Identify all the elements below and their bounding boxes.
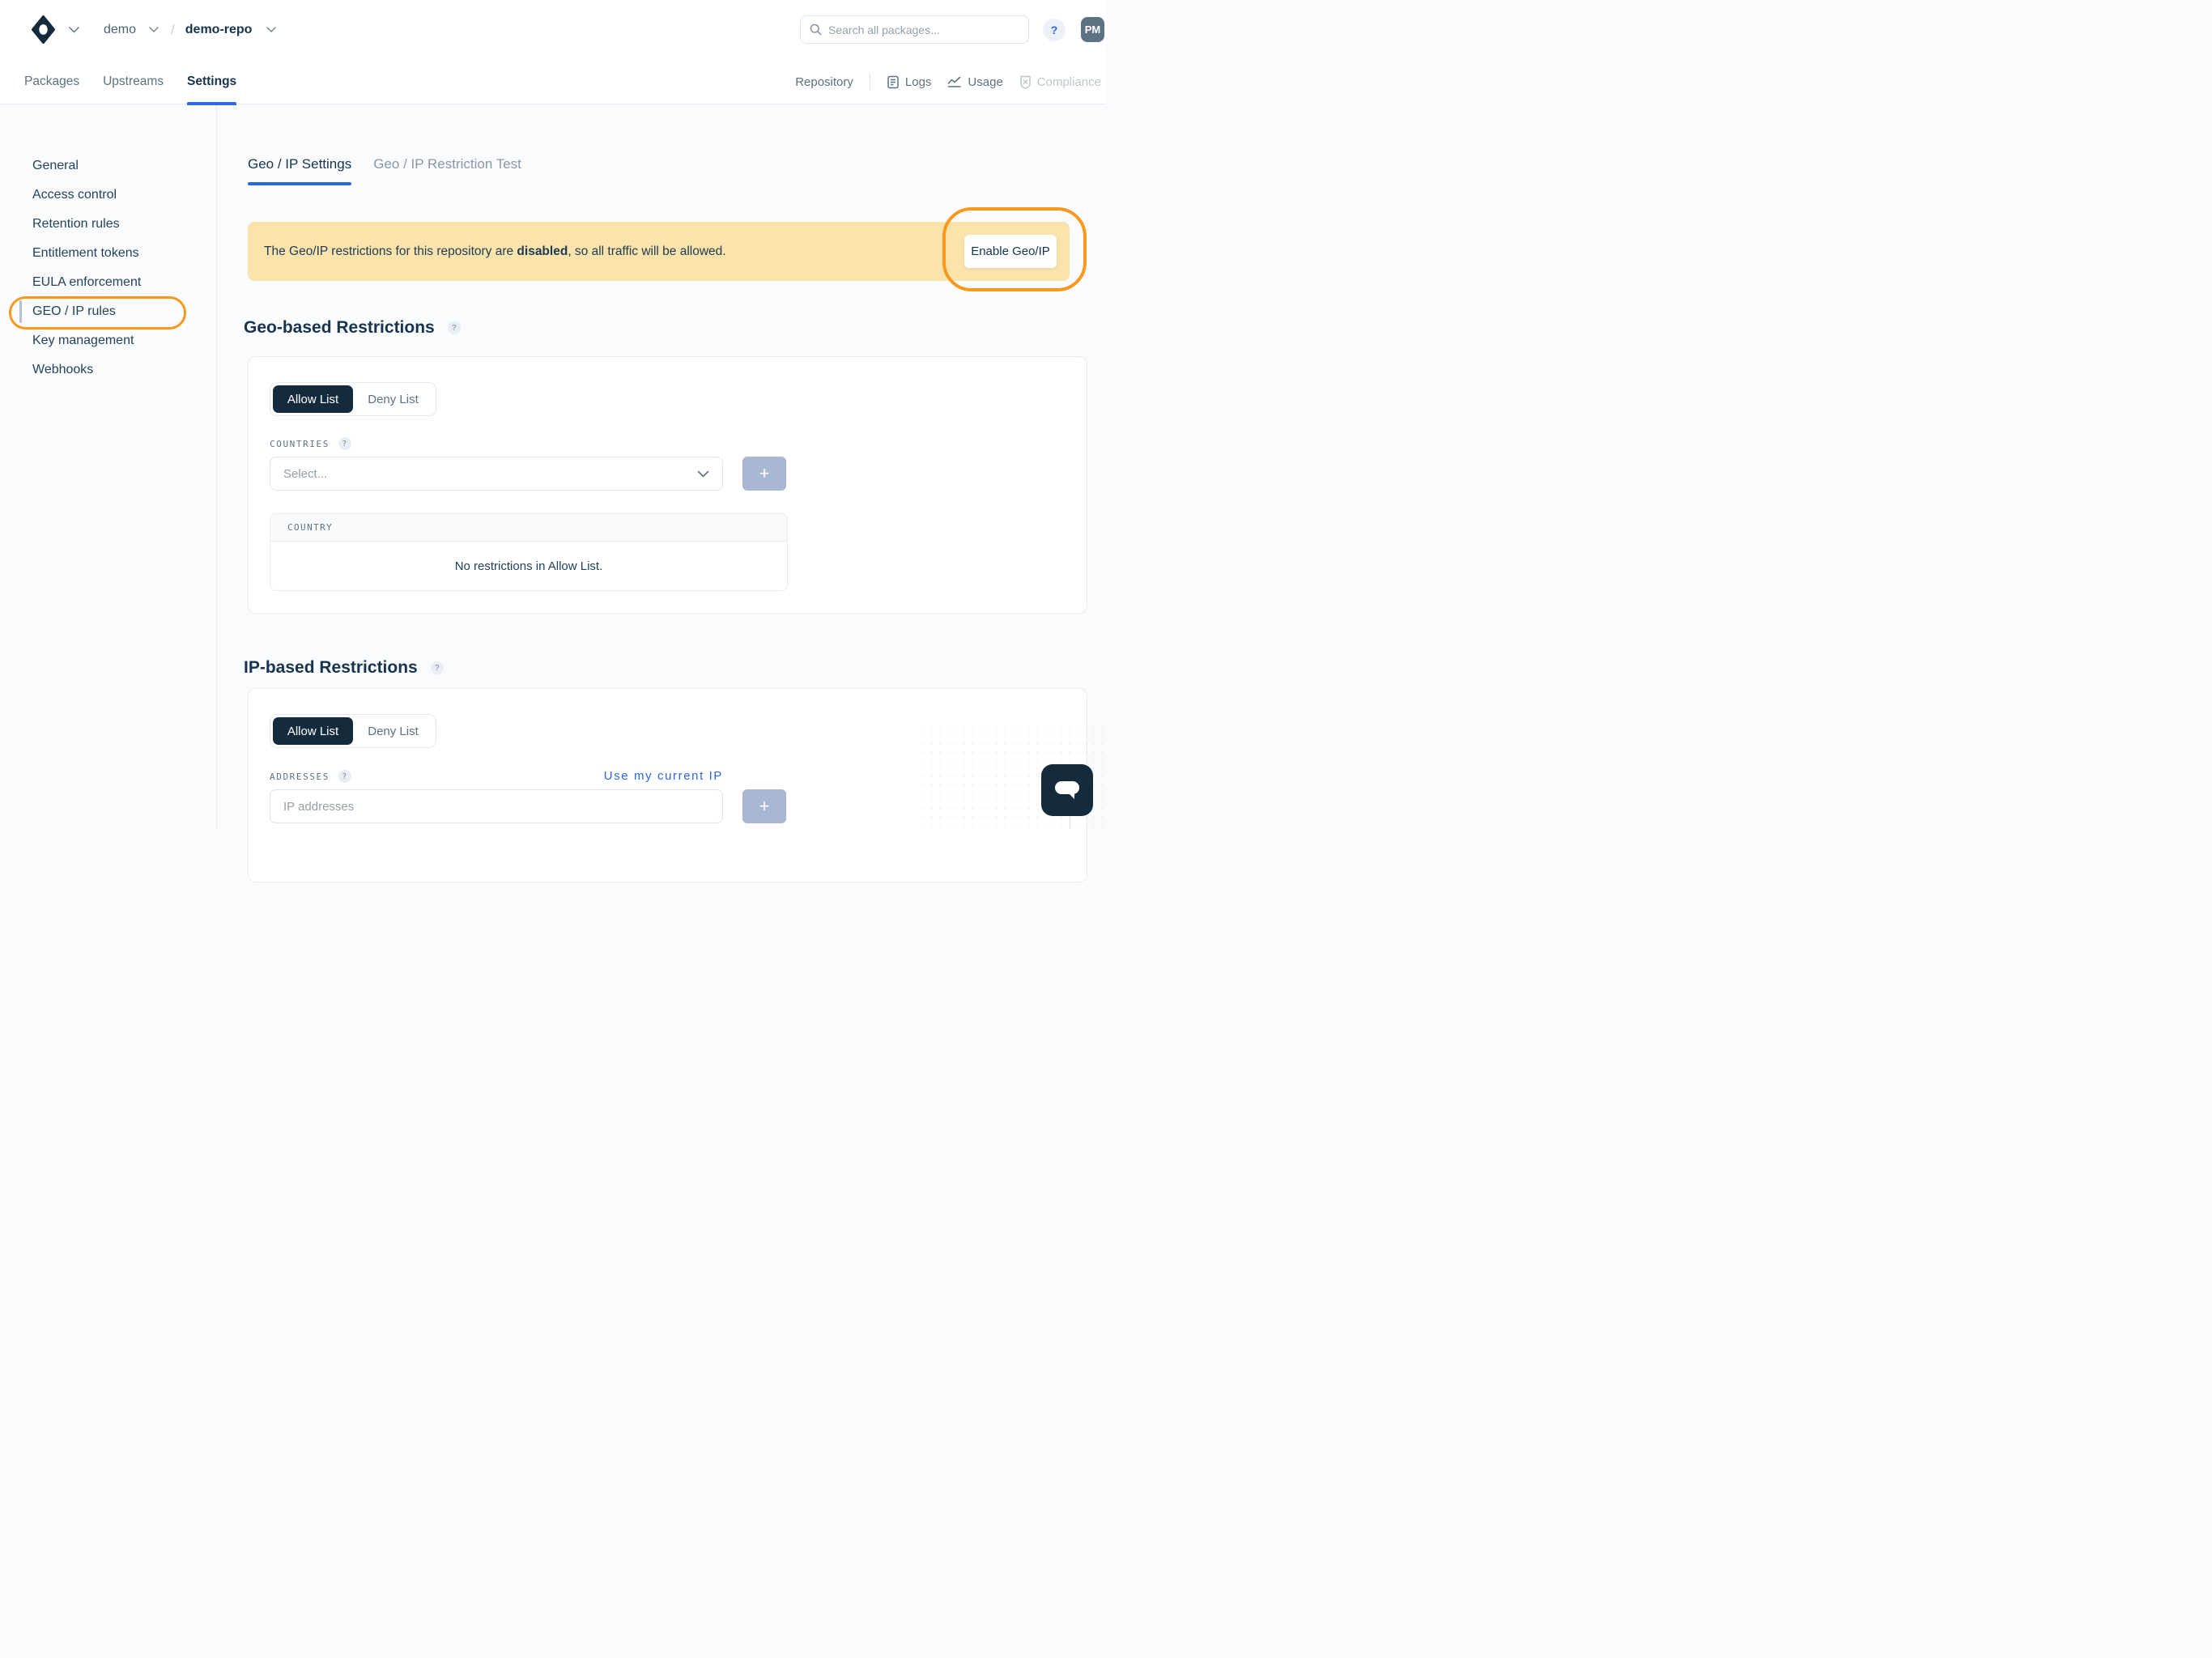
ip-section-title: IP-based Restrictions ? — [244, 658, 444, 678]
sidebar-item-entitlement-tokens[interactable]: Entitlement tokens — [0, 239, 216, 268]
repo-chevron-down-icon[interactable] — [266, 27, 276, 32]
ip-restrictions-card: Allow List Deny List ADDRESSES ? Use my … — [248, 688, 1087, 882]
geo-list-toggle: Allow List Deny List — [270, 382, 436, 416]
top-bar: demo / demo-repo ? PM Packages — [0, 0, 1106, 104]
org-chevron-down-icon[interactable] — [149, 27, 159, 32]
sidebar-item-geo-ip-rules[interactable]: GEO / IP rules — [0, 297, 216, 326]
context-repository[interactable]: Repository — [795, 75, 853, 89]
page: demo / demo-repo ? PM Packages — [0, 0, 1106, 829]
countries-label: COUNTRIES — [270, 439, 330, 449]
ip-addresses-input[interactable] — [270, 789, 723, 823]
repo-tabs: Packages Upstreams Settings — [24, 59, 236, 104]
use-current-ip-link[interactable]: Use my current IP — [604, 769, 723, 783]
search-input[interactable] — [800, 15, 1029, 44]
tab-settings[interactable]: Settings — [187, 59, 236, 104]
countries-help-icon[interactable]: ? — [338, 437, 351, 450]
header-row-2: Packages Upstreams Settings Repository L… — [0, 59, 1106, 104]
add-country-button[interactable]: + — [742, 457, 786, 491]
countries-label-row: COUNTRIES ? — [270, 437, 1066, 450]
ip-list-toggle: Allow List Deny List — [270, 714, 436, 748]
tab-geo-ip-restriction-test[interactable]: Geo / IP Restriction Test — [373, 156, 521, 185]
ip-allow-list-toggle[interactable]: Allow List — [273, 717, 353, 745]
breadcrumb-org[interactable]: demo — [104, 23, 136, 37]
context-compliance[interactable]: Compliance — [1019, 75, 1101, 89]
addresses-label-row: ADDRESSES ? Use my current IP — [270, 769, 723, 783]
tab-geo-ip-settings[interactable]: Geo / IP Settings — [248, 156, 351, 185]
active-tab-underline — [187, 102, 236, 105]
countries-select[interactable]: Select... — [270, 457, 723, 491]
sidebar-item-eula-enforcement[interactable]: EULA enforcement — [0, 268, 216, 297]
breadcrumb-repo[interactable]: demo-repo — [185, 23, 253, 37]
ip-deny-list-toggle[interactable]: Deny List — [353, 717, 433, 745]
geo-allow-list-toggle[interactable]: Allow List — [273, 385, 353, 413]
sidebar-item-access-control[interactable]: Access control — [0, 181, 216, 210]
geo-help-icon[interactable]: ? — [448, 321, 461, 334]
geo-section-title: Geo-based Restrictions ? — [244, 318, 461, 338]
usage-chart-icon — [947, 76, 962, 88]
addresses-help-icon[interactable]: ? — [338, 770, 351, 783]
countries-input-row: Select... + — [270, 457, 1066, 491]
add-ip-button[interactable]: + — [742, 789, 786, 823]
banner-text: The Geo/IP restrictions for this reposit… — [264, 244, 726, 259]
country-table-header: COUNTRY — [270, 514, 787, 542]
geo-deny-list-toggle[interactable]: Deny List — [353, 385, 433, 413]
chat-bubble-icon — [1053, 779, 1081, 801]
logo-chevron-down-icon[interactable] — [69, 27, 79, 33]
avatar[interactable]: PM — [1081, 17, 1104, 42]
breadcrumb-separator: / — [171, 22, 175, 38]
addresses-label: ADDRESSES — [270, 772, 330, 782]
search-icon — [810, 23, 822, 36]
country-table: COUNTRY No restrictions in Allow List. — [270, 513, 788, 591]
compliance-shield-icon — [1019, 75, 1032, 89]
geoip-disabled-banner: The Geo/IP restrictions for this reposit… — [248, 222, 1070, 281]
select-chevron-down-icon — [697, 470, 709, 478]
org-logo[interactable] — [32, 15, 55, 44]
addresses-label-group: ADDRESSES ? — [270, 770, 351, 783]
tab-upstreams[interactable]: Upstreams — [103, 59, 164, 104]
global-search — [800, 15, 1029, 44]
logs-icon — [887, 75, 900, 89]
main-content: Geo / IP Settings Geo / IP Restriction T… — [217, 104, 1106, 829]
active-subtab-underline — [248, 182, 351, 185]
context-usage[interactable]: Usage — [947, 75, 1002, 89]
context-links: Repository Logs Usage — [795, 73, 1101, 91]
active-item-bar — [19, 300, 22, 323]
addresses-input-row: + — [270, 789, 1066, 823]
country-table-empty-state: No restrictions in Allow List. — [270, 542, 787, 590]
diamond-logo-icon — [32, 15, 55, 44]
settings-nav-list: General Access control Retention rules E… — [0, 104, 216, 385]
help-button[interactable]: ? — [1043, 19, 1066, 41]
banner-bold: disabled — [517, 244, 568, 258]
context-logs[interactable]: Logs — [887, 75, 932, 89]
geo-restrictions-card: Allow List Deny List COUNTRIES ? Select.… — [248, 356, 1087, 614]
sidebar-item-webhooks[interactable]: Webhooks — [0, 355, 216, 385]
sidebar-item-general[interactable]: General — [0, 151, 216, 181]
geoip-tabs: Geo / IP Settings Geo / IP Restriction T… — [248, 156, 521, 185]
tab-packages[interactable]: Packages — [24, 59, 79, 104]
ip-help-icon[interactable]: ? — [431, 661, 444, 674]
select-placeholder: Select... — [283, 467, 327, 481]
sidebar-item-retention-rules[interactable]: Retention rules — [0, 210, 216, 239]
chat-widget-button[interactable] — [1041, 764, 1093, 816]
header-row-1: demo / demo-repo ? PM — [0, 0, 1106, 59]
enable-geoip-button[interactable]: Enable Geo/IP — [964, 235, 1057, 268]
settings-sidebar: General Access control Retention rules E… — [0, 104, 217, 829]
sidebar-item-key-management[interactable]: Key management — [0, 326, 216, 355]
